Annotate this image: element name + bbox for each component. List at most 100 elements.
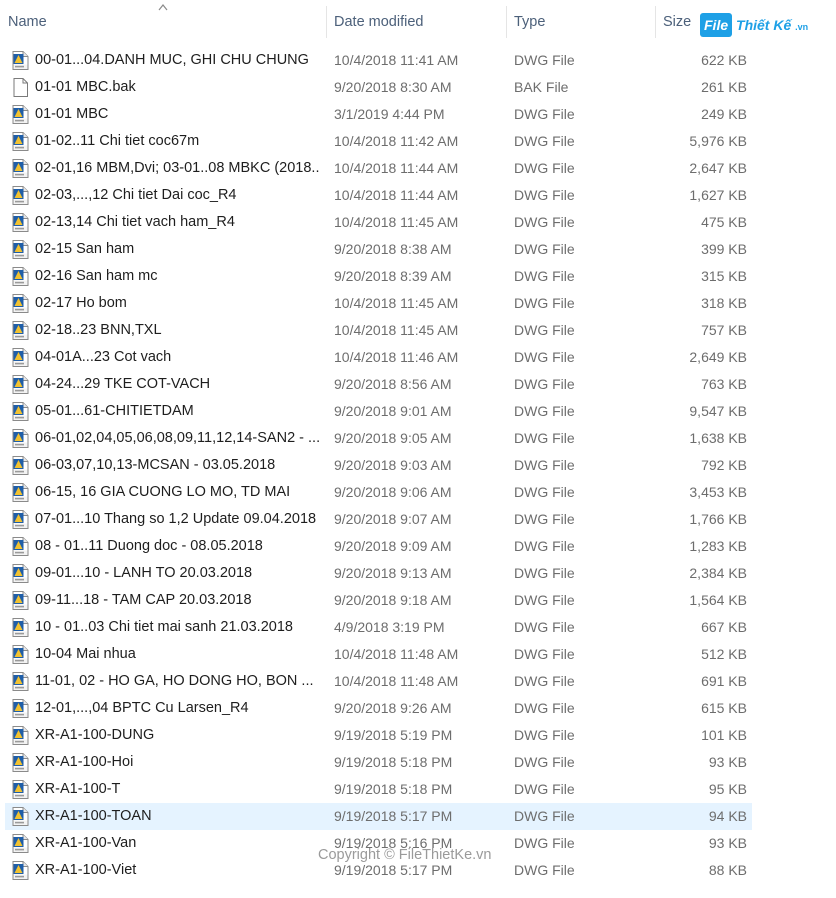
file-list: 00-01...04.DANH MUC, GHI CHU CHUNG 10/4/2…: [0, 47, 836, 884]
file-row[interactable]: 10-04 Mai nhua 10/4/2018 11:48 AM DWG File…: [0, 641, 836, 668]
file-size: 1,564 KB: [689, 592, 747, 608]
file-size: 512 KB: [701, 646, 747, 662]
column-header-date-modified[interactable]: Date modified: [334, 0, 506, 44]
file-date-modified: 10/4/2018 11:44 AM: [334, 187, 459, 203]
file-name[interactable]: 09-01...10 - LANH TO 20.03.2018: [35, 560, 320, 587]
file-row[interactable]: 02-15 San ham 9/20/2018 8:38 AM DWG File 39…: [0, 236, 836, 263]
file-row[interactable]: 06-01,02,04,05,06,08,09,11,12,14-SAN2 - …: [0, 425, 836, 452]
file-name[interactable]: 04-01A...23 Cot vach: [35, 344, 320, 371]
file-name[interactable]: XR-A1-100-Viet: [35, 857, 320, 884]
file-date-modified: 9/20/2018 8:39 AM: [334, 268, 452, 284]
file-row[interactable]: 06-03,07,10,13-MCSAN - 03.05.2018 9/20/20…: [0, 452, 836, 479]
file-size: 88 KB: [708, 862, 747, 878]
file-name[interactable]: 12-01,...,04 BPTC Cu Larsen_R4: [35, 695, 320, 722]
file-name[interactable]: 07-01...10 Thang so 1,2 Update 09.04.201…: [35, 506, 320, 533]
file-size: 1,627 KB: [689, 187, 747, 203]
file-row[interactable]: 01-01 MBC.bak 9/20/2018 8:30 AM BAK File 26…: [0, 74, 836, 101]
file-date-modified: 10/4/2018 11:45 AM: [334, 295, 459, 311]
file-name[interactable]: 01-02..11 Chi tiet coc67m: [35, 128, 320, 155]
file-row[interactable]: 06-15, 16 GIA CUONG LO MO, TD MAI 9/20/20…: [0, 479, 836, 506]
column-header-name[interactable]: Name: [8, 0, 326, 44]
file-name[interactable]: 02-13,14 Chi tiet vach ham_R4: [35, 209, 320, 236]
file-name[interactable]: 06-15, 16 GIA CUONG LO MO, TD MAI: [35, 479, 320, 506]
file-row[interactable]: 02-13,14 Chi tiet vach ham_R4 10/4/2018 1…: [0, 209, 836, 236]
file-date-modified: 9/20/2018 9:07 AM: [334, 511, 452, 527]
file-size: 261 KB: [701, 79, 747, 95]
file-name[interactable]: XR-A1-100-DUNG: [35, 722, 320, 749]
column-divider[interactable]: [506, 6, 507, 38]
file-size: 691 KB: [701, 673, 747, 689]
column-divider[interactable]: [326, 6, 327, 38]
file-row[interactable]: 12-01,...,04 BPTC Cu Larsen_R4 9/20/2018 …: [0, 695, 836, 722]
file-name[interactable]: 10 - 01..03 Chi tiet mai sanh 21.03.2018: [35, 614, 320, 641]
file-name[interactable]: 05-01...61-CHITIETDAM: [35, 398, 320, 425]
file-row[interactable]: 02-18..23 BNN,TXL 10/4/2018 11:45 AM DWG F…: [0, 317, 836, 344]
file-row[interactable]: XR-A1-100-TOAN 9/19/2018 5:17 PM DWG File 9…: [0, 803, 836, 830]
column-divider[interactable]: [655, 6, 656, 38]
file-name[interactable]: 10-04 Mai nhua: [35, 641, 320, 668]
file-row[interactable]: 05-01...61-CHITIETDAM 9/20/2018 9:01 AM DW…: [0, 398, 836, 425]
file-date-modified: 9/20/2018 9:09 AM: [334, 538, 452, 554]
file-row[interactable]: 07-01...10 Thang so 1,2 Update 09.04.201…: [0, 506, 836, 533]
file-row[interactable]: 00-01...04.DANH MUC, GHI CHU CHUNG 10/4/2…: [0, 47, 836, 74]
file-row[interactable]: XR-A1-100-Hoi 9/19/2018 5:18 PM DWG File 93…: [0, 749, 836, 776]
file-type: DWG File: [514, 484, 575, 500]
file-name[interactable]: 02-16 San ham mc: [35, 263, 320, 290]
file-date-modified: 9/20/2018 8:56 AM: [334, 376, 452, 392]
file-row[interactable]: 02-16 San ham mc 9/20/2018 8:39 AM DWG Fil…: [0, 263, 836, 290]
file-name[interactable]: 02-01,16 MBM,Dvi; 03-01..08 MBKC (2018..…: [35, 155, 320, 182]
file-row[interactable]: 02-17 Ho bom 10/4/2018 11:45 AM DWG File 31…: [0, 290, 836, 317]
column-header-type[interactable]: Type: [514, 0, 654, 44]
file-row[interactable]: 10 - 01..03 Chi tiet mai sanh 21.03.2018…: [0, 614, 836, 641]
file-name[interactable]: 06-03,07,10,13-MCSAN - 03.05.2018: [35, 452, 320, 479]
watermark-tld: .vn: [795, 22, 809, 32]
file-type: DWG File: [514, 376, 575, 392]
file-date-modified: 9/20/2018 9:05 AM: [334, 430, 452, 446]
file-type: DWG File: [514, 322, 575, 338]
file-date-modified: 10/4/2018 11:48 AM: [334, 673, 459, 689]
file-name[interactable]: 02-18..23 BNN,TXL: [35, 317, 320, 344]
column-header-size[interactable]: Size: [663, 0, 703, 44]
file-size: 763 KB: [701, 376, 747, 392]
file-row[interactable]: XR-A1-100-DUNG 9/19/2018 5:19 PM DWG File 1…: [0, 722, 836, 749]
file-type: DWG File: [514, 511, 575, 527]
file-row[interactable]: 04-01A...23 Cot vach 10/4/2018 11:46 AM DW…: [0, 344, 836, 371]
file-name[interactable]: 02-15 San ham: [35, 236, 320, 263]
file-name[interactable]: 04-24...29 TKE COT-VACH: [35, 371, 320, 398]
file-row[interactable]: 01-02..11 Chi tiet coc67m 10/4/2018 11:42…: [0, 128, 836, 155]
file-type: DWG File: [514, 133, 575, 149]
file-row[interactable]: 09-01...10 - LANH TO 20.03.2018 9/20/2018…: [0, 560, 836, 587]
file-row[interactable]: 02-03,...,12 Chi tiet Dai coc_R4 10/4/201…: [0, 182, 836, 209]
file-row[interactable]: 11-01, 02 - HO GA, HO DONG HO, BON ... 10…: [0, 668, 836, 695]
watermark-text: Thiết Kế: [736, 17, 792, 33]
file-name[interactable]: 09-11...18 - TAM CAP 20.03.2018: [35, 587, 320, 614]
file-row[interactable]: 04-24...29 TKE COT-VACH 9/20/2018 8:56 AM…: [0, 371, 836, 398]
file-row[interactable]: 09-11...18 - TAM CAP 20.03.2018 9/20/2018…: [0, 587, 836, 614]
file-row[interactable]: 08 - 01..11 Duong doc - 08.05.2018 9/20/2…: [0, 533, 836, 560]
file-name[interactable]: 02-17 Ho bom: [35, 290, 320, 317]
file-name[interactable]: 06-01,02,04,05,06,08,09,11,12,14-SAN2 - …: [35, 425, 320, 452]
file-type: DWG File: [514, 106, 575, 122]
file-date-modified: 9/20/2018 9:18 AM: [334, 592, 452, 608]
file-name[interactable]: 08 - 01..11 Duong doc - 08.05.2018: [35, 533, 320, 560]
file-type: DWG File: [514, 214, 575, 230]
file-name[interactable]: 02-03,...,12 Chi tiet Dai coc_R4: [35, 182, 320, 209]
file-row[interactable]: 02-01,16 MBM,Dvi; 03-01..08 MBKC (2018..…: [0, 155, 836, 182]
file-name[interactable]: 11-01, 02 - HO GA, HO DONG HO, BON ...: [35, 668, 320, 695]
file-date-modified: 9/20/2018 9:03 AM: [334, 457, 452, 473]
file-date-modified: 9/20/2018 8:30 AM: [334, 79, 452, 95]
file-row[interactable]: 01-01 MBC 3/1/2019 4:44 PM DWG File 249 KB: [0, 101, 836, 128]
file-type: DWG File: [514, 403, 575, 419]
file-name[interactable]: XR-A1-100-TOAN: [35, 803, 320, 830]
file-name[interactable]: 01-01 MBC: [35, 101, 320, 128]
file-size: 615 KB: [701, 700, 747, 716]
file-name[interactable]: 01-01 MBC.bak: [35, 74, 320, 101]
file-name[interactable]: XR-A1-100-Hoi: [35, 749, 320, 776]
file-size: 93 KB: [708, 835, 747, 851]
file-type: DWG File: [514, 754, 575, 770]
file-name[interactable]: XR-A1-100-Van: [35, 830, 320, 857]
file-name[interactable]: 00-01...04.DANH MUC, GHI CHU CHUNG: [35, 47, 320, 74]
file-row[interactable]: XR-A1-100-T 9/19/2018 5:18 PM DWG File 95 K…: [0, 776, 836, 803]
file-name[interactable]: XR-A1-100-T: [35, 776, 320, 803]
file-date-modified: 4/9/2018 3:19 PM: [334, 619, 445, 635]
